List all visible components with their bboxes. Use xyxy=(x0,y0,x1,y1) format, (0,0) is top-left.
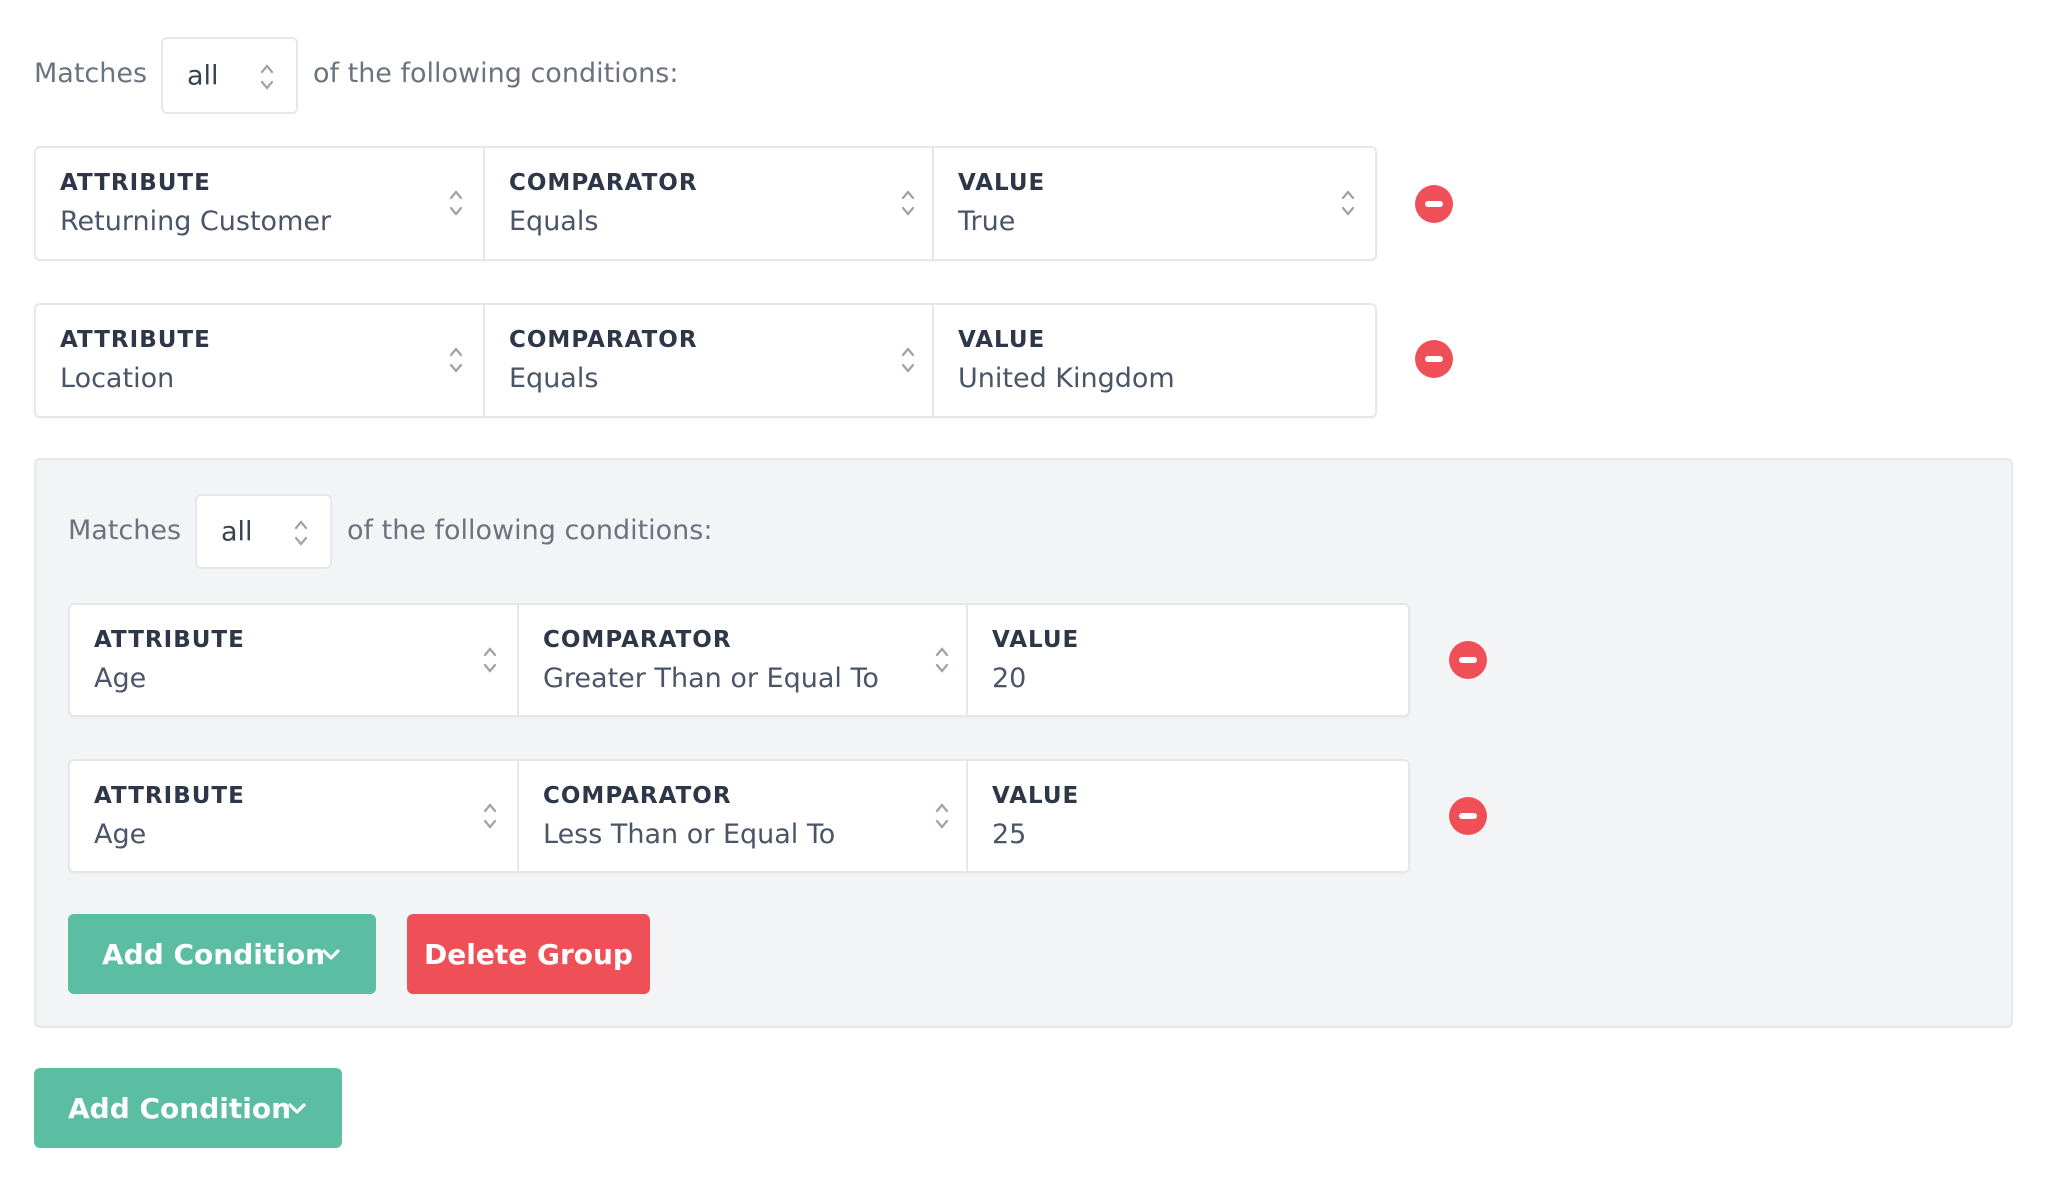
group-condition-row: ATTRIBUTE Age COMPARATOR Less Than or Eq… xyxy=(68,759,1410,873)
comparator-select[interactable]: COMPARATOR Equals xyxy=(483,148,935,259)
value-select[interactable]: VALUE True xyxy=(932,148,1375,259)
chevron-up-down-icon xyxy=(935,803,949,829)
chevron-up-down-icon xyxy=(483,647,497,673)
chevron-up-down-icon xyxy=(935,647,949,673)
comparator-label: COMPARATOR xyxy=(543,783,732,809)
group-matches-label: Matches xyxy=(68,515,182,546)
following-conditions-label: of the following conditions: xyxy=(313,58,679,89)
chevron-up-down-icon xyxy=(449,347,463,373)
chevron-up-down-icon xyxy=(260,64,274,90)
comparator-value: Equals xyxy=(509,206,599,237)
attribute-label: ATTRIBUTE xyxy=(60,170,211,196)
condition-row: ATTRIBUTE Returning Customer COMPARATOR … xyxy=(34,146,1377,261)
attribute-value: Returning Customer xyxy=(60,206,332,237)
value-input[interactable]: VALUE United Kingdom xyxy=(932,305,1375,416)
comparator-label: COMPARATOR xyxy=(509,327,698,353)
group-following-conditions-label: of the following conditions: xyxy=(347,515,713,546)
group-condition-row: ATTRIBUTE Age COMPARATOR Greater Than or… xyxy=(68,603,1410,717)
group-match-mode-value: all xyxy=(221,516,253,547)
remove-condition-button[interactable] xyxy=(1415,185,1453,223)
attribute-label: ATTRIBUTE xyxy=(60,327,211,353)
chevron-up-down-icon xyxy=(901,190,915,216)
value-label: VALUE xyxy=(992,783,1080,809)
add-condition-label: Add Condition xyxy=(68,1091,292,1125)
chevron-down-icon xyxy=(322,949,340,960)
attribute-value: Age xyxy=(94,663,147,694)
remove-condition-button[interactable] xyxy=(1449,797,1487,835)
attribute-value: Location xyxy=(60,363,175,394)
delete-group-label: Delete Group xyxy=(424,937,633,971)
remove-condition-button[interactable] xyxy=(1449,641,1487,679)
match-mode-select[interactable]: all xyxy=(161,37,298,114)
comparator-value: Equals xyxy=(509,363,599,394)
comparator-label: COMPARATOR xyxy=(543,627,732,653)
value-label: VALUE xyxy=(958,170,1046,196)
remove-condition-button[interactable] xyxy=(1415,340,1453,378)
comparator-select[interactable]: COMPARATOR Less Than or Equal To xyxy=(517,761,969,871)
condition-row: ATTRIBUTE Location COMPARATOR Equals VAL… xyxy=(34,303,1377,418)
chevron-up-down-icon xyxy=(901,347,915,373)
value-value: True xyxy=(958,206,1016,237)
group-match-mode-select[interactable]: all xyxy=(195,494,332,569)
value-input[interactable]: VALUE 25 xyxy=(966,761,1408,871)
value-label: VALUE xyxy=(992,627,1080,653)
add-condition-label: Add Condition xyxy=(102,937,326,971)
add-condition-button[interactable]: Add Condition xyxy=(34,1068,342,1148)
chevron-up-down-icon xyxy=(1341,190,1355,216)
comparator-label: COMPARATOR xyxy=(509,170,698,196)
attribute-label: ATTRIBUTE xyxy=(94,627,245,653)
attribute-select[interactable]: ATTRIBUTE Returning Customer xyxy=(36,148,483,259)
attribute-label: ATTRIBUTE xyxy=(94,783,245,809)
attribute-select[interactable]: ATTRIBUTE Age xyxy=(70,761,517,871)
comparator-select[interactable]: COMPARATOR Equals xyxy=(483,305,935,416)
attribute-select[interactable]: ATTRIBUTE Location xyxy=(36,305,483,416)
chevron-up-down-icon xyxy=(294,520,308,546)
value-value: 20 xyxy=(992,663,1027,694)
chevron-up-down-icon xyxy=(449,190,463,216)
value-input[interactable]: VALUE 20 xyxy=(966,605,1408,715)
value-value: United Kingdom xyxy=(958,363,1175,394)
match-mode-value: all xyxy=(187,60,219,91)
matches-label: Matches xyxy=(34,58,148,89)
attribute-select[interactable]: ATTRIBUTE Age xyxy=(70,605,517,715)
chevron-up-down-icon xyxy=(483,803,497,829)
comparator-select[interactable]: COMPARATOR Greater Than or Equal To xyxy=(517,605,969,715)
value-label: VALUE xyxy=(958,327,1046,353)
chevron-down-icon xyxy=(288,1103,306,1114)
delete-group-button[interactable]: Delete Group xyxy=(407,914,650,994)
value-value: 25 xyxy=(992,819,1027,850)
comparator-value: Greater Than or Equal To xyxy=(543,663,879,694)
comparator-value: Less Than or Equal To xyxy=(543,819,836,850)
group-add-condition-button[interactable]: Add Condition xyxy=(68,914,376,994)
attribute-value: Age xyxy=(94,819,147,850)
